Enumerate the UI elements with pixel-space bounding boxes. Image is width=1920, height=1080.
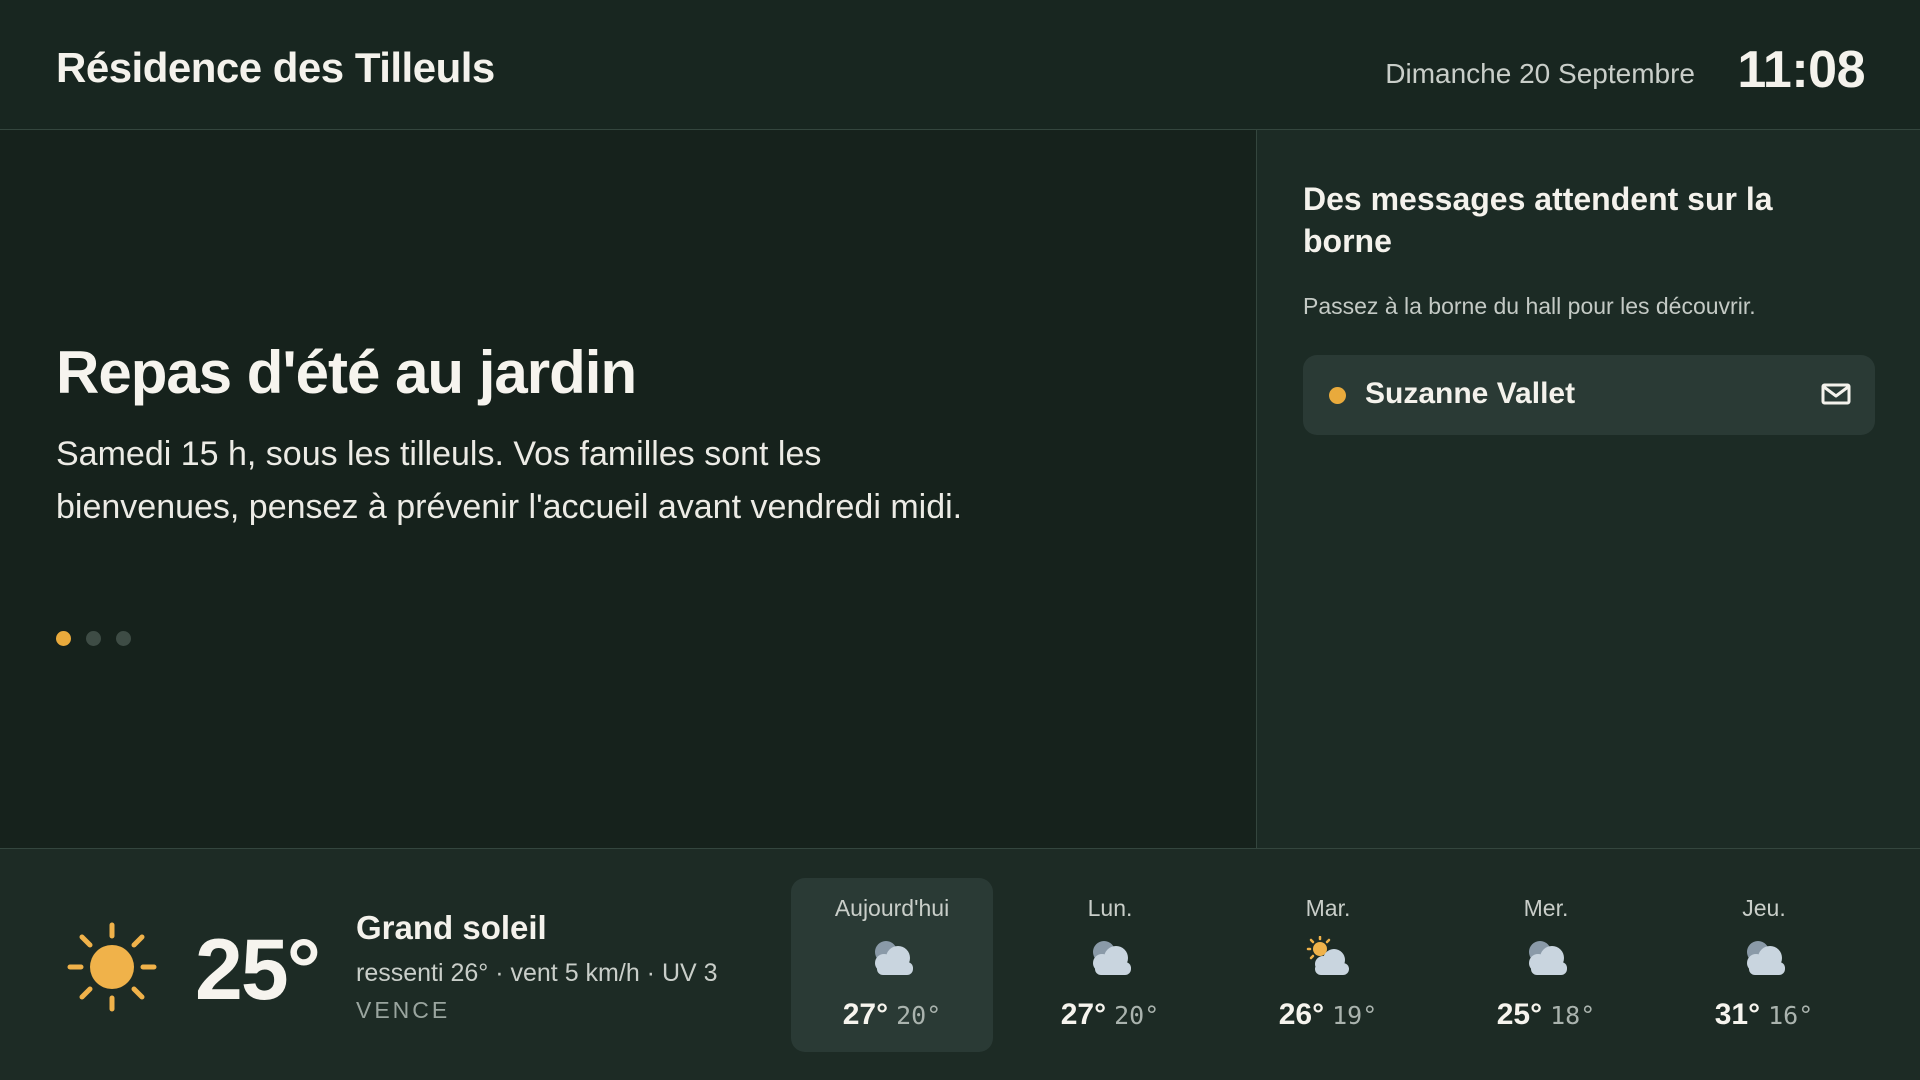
weather-condition: Grand soleil [356,909,547,946]
unread-indicator [1329,387,1346,404]
forecast-list: Aujourd'hui 27° 20° Lun. 27° 20° Mar. 26… [791,878,1881,1052]
announcement-title: Repas d'été au jardin [56,339,637,406]
forecast-high: 27° [1060,998,1107,1031]
forecast-day-name: Aujourd'hui [834,895,950,921]
weather-bar: 25° Grand soleil ressenti 26° · vent 5 k… [0,848,1920,1080]
forecast-temps: 26° 19° [1227,998,1429,1032]
forecast-temps: 31° 16° [1663,998,1865,1032]
forecast-temps: 25° 18° [1445,998,1647,1032]
forecast-temps: 27° 20° [1009,998,1211,1032]
messages-subtitle: Passez à la borne du hall pour les décou… [1303,293,1756,319]
carousel-dot[interactable] [56,631,71,646]
weather-details: ressenti 26° · vent 5 km/h · UV 3 [356,959,718,987]
current-date: Dimanche 20 Septembre [1385,58,1695,89]
forecast-low: 19° [1332,1001,1378,1030]
header: Résidence des Tilleuls Dimanche 20 Septe… [0,0,1920,130]
forecast-day-name: Lun. [1087,895,1133,921]
forecast-low: 20° [1114,1001,1160,1030]
announcement-body: Samedi 15 h, sous les tilleuls. Vos fami… [56,435,963,526]
message-recipient-name: Suzanne Vallet [1365,377,1576,410]
forecast-high: 31° [1714,998,1761,1031]
announcement-panel: Repas d'été au jardin Samedi 15 h, sous … [0,130,1257,848]
cloud-icon [1747,941,1785,975]
clock: 11:08 [1737,41,1865,99]
cloud-icon [1093,941,1131,975]
forecast-high: 26° [1278,998,1325,1031]
forecast-day[interactable]: Mar. 26° 19° [1227,878,1429,1052]
forecast-high: 27° [842,998,889,1031]
carousel-dots [56,631,131,646]
forecast-low: 16° [1768,1001,1814,1030]
messages-panel: Des messages attendent sur la borne Pass… [1257,130,1920,848]
forecast-low: 20° [896,1001,942,1030]
cloud-icon [1529,941,1567,975]
forecast-day-name: Jeu. [1742,895,1786,921]
carousel-dot[interactable] [86,631,101,646]
residence-name: Résidence des Tilleuls [56,44,495,91]
sun-icon [67,922,157,1012]
messages-title: Des messages attendent sur la borne [1303,181,1773,259]
forecast-day[interactable]: Aujourd'hui 27° 20° [791,878,993,1052]
carousel-dot[interactable] [116,631,131,646]
forecast-day[interactable]: Mer. 25° 18° [1445,878,1647,1052]
weather-city: VENCE [356,997,451,1023]
sun-cloud-icon [1306,936,1349,975]
forecast-high: 25° [1496,998,1543,1031]
forecast-low: 18° [1550,1001,1596,1030]
forecast-day[interactable]: Lun. 27° 20° [1009,878,1211,1052]
forecast-temps: 27° 20° [791,998,993,1032]
current-temperature: 25° [195,922,321,1018]
message-card[interactable]: Suzanne Vallet [1303,355,1875,435]
mail-icon [1821,383,1851,405]
forecast-day-name: Mar. [1305,895,1351,921]
cloud-icon [875,941,913,975]
forecast-day-name: Mer. [1523,895,1569,921]
forecast-day[interactable]: Jeu. 31° 16° [1663,878,1865,1052]
